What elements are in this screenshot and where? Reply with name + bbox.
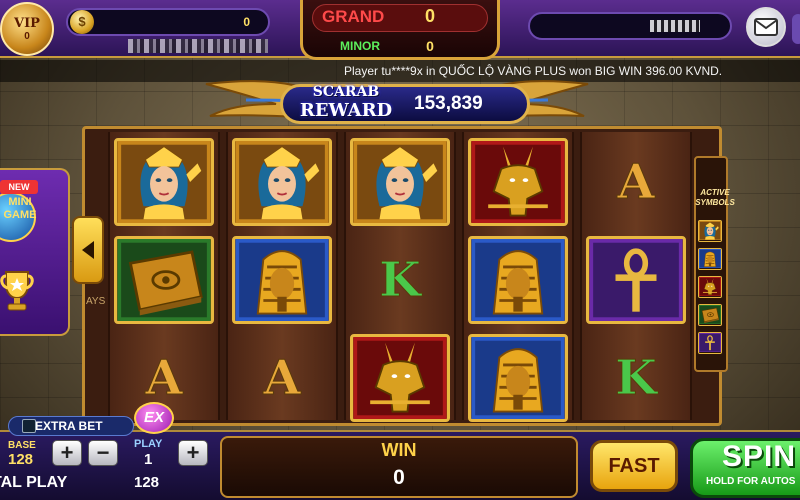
symbol-anubis-icon [468,138,568,226]
scarab-reward-value: 153,839 [414,93,483,114]
masked-account-value [650,20,700,32]
side-label-text: AYS [86,296,106,307]
symbol-ankh-icon [586,236,686,324]
chevron-left-icon [82,241,94,259]
spin-hold-hint: HOLD FOR AUTOS [706,476,796,487]
symbol-a-icon: A [263,350,301,407]
ex-badge-icon[interactable]: EX [134,402,174,434]
trophy-icon[interactable] [0,268,34,312]
grand-jackpot-value: 0 [424,6,435,26]
total-play-value: 128 [134,474,160,491]
envelope-icon [754,18,778,36]
win-label: WIN [381,440,417,460]
grand-jackpot-label: GRAND [322,7,385,26]
symbol-k-icon: K [379,252,422,309]
active-symbols-title: ACTIVE SYMBOLS [695,188,735,207]
base-bet-increase-button[interactable]: + [52,440,82,466]
masked-username [128,39,268,53]
scarab-reward-title-line2: REWARD [299,100,393,121]
win-value: 0 [393,466,405,489]
minor-jackpot-value: 0 [426,38,434,54]
symbol-queen-icon [114,138,214,226]
symbol-pharaoh-icon [468,334,568,422]
vip-label: VIP [14,16,40,31]
play-lines-value: 1 [144,451,153,468]
fast-button[interactable]: FAST [590,440,678,492]
base-bet-value: 128 [8,451,34,468]
win-ticker: Player tu****9x in QUỐC LỘ VÀNG PLUS won… [0,60,800,82]
play-lines-label: PLAY [134,438,163,450]
active-symbol-queen-icon [698,220,722,242]
active-symbol-ankh-icon [698,332,722,354]
symbol-pharaoh-icon [468,236,568,324]
extra-bet-checkbox[interactable] [22,419,36,433]
symbol-anubis-icon [350,334,450,422]
mini-game-label: MINI GAME [3,196,37,221]
symbol-queen-icon [350,138,450,226]
symbol-a-icon: A [617,154,655,211]
total-play-label: TAL PLAY [0,474,68,491]
menu-edge-button[interactable] [792,14,800,44]
account-pill[interactable] [528,12,732,40]
scarab-reward-title-line1: SCARAB [312,84,380,100]
base-bet-label: BASE [8,440,36,451]
vip-level: 0 [24,31,30,42]
base-bet-decrease-button[interactable]: − [88,440,118,466]
collapse-side-panel-button[interactable] [72,216,104,284]
active-symbol-anubis-icon [698,276,722,298]
mini-game-new-badge: NEW [0,180,38,194]
symbol-queen-icon [232,138,332,226]
symbol-k-icon: K [615,350,658,407]
coin-balance: 0 [243,15,250,29]
minor-jackpot-label: MINOR [340,39,380,53]
scarab-reward-title: SCARAB REWARD [296,84,396,121]
active-symbol-pharaoh-icon [698,248,722,270]
symbol-book-icon [114,236,214,324]
coin-icon: $ [70,10,94,34]
active-symbol-book-icon [698,304,722,326]
vip-badge[interactable]: VIP 0 [0,2,54,56]
symbol-pharaoh-icon [232,236,332,324]
mail-button[interactable] [746,7,786,47]
play-lines-increase-button[interactable]: + [178,440,208,466]
spin-label: SPIN [722,440,797,473]
